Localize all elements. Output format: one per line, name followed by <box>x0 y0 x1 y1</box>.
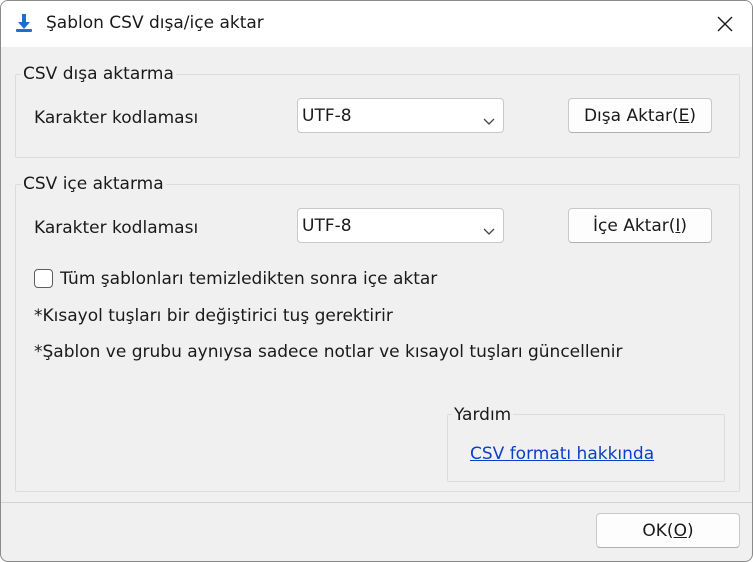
import-button-close: ) <box>680 215 688 236</box>
export-button[interactable]: Dışa Aktar(E) <box>568 98 712 133</box>
window-title: Şablon CSV dışa/içe aktar <box>46 13 264 33</box>
ok-button-close: ) <box>686 520 694 541</box>
close-icon <box>717 16 733 32</box>
export-button-label: Dışa Aktar( <box>583 105 679 126</box>
import-button-label: İçe Aktar( <box>592 215 676 236</box>
export-encoding-value: UTF-8 <box>302 106 352 126</box>
ok-button[interactable]: OK(O) <box>596 513 740 548</box>
export-encoding-label: Karakter kodlaması <box>34 108 199 128</box>
close-button[interactable] <box>698 1 752 47</box>
import-button[interactable]: İçe Aktar(I) <box>568 208 712 243</box>
import-group-title: CSV içe aktarma <box>21 174 166 194</box>
csv-format-link[interactable]: CSV formatı hakkında <box>470 444 654 464</box>
clear-templates-checkbox[interactable] <box>34 269 53 288</box>
help-group-title: Yardım <box>452 405 514 425</box>
title-bar: Şablon CSV dışa/içe aktar <box>1 1 752 47</box>
download-arrow-icon <box>13 12 35 34</box>
export-encoding-select[interactable]: UTF-8 <box>297 98 504 133</box>
clear-templates-label[interactable]: Tüm şablonları temizledikten sonra içe a… <box>60 269 437 289</box>
import-encoding-select[interactable]: UTF-8 <box>297 208 504 243</box>
chevron-down-icon <box>483 111 495 125</box>
export-group-title: CSV dışa aktarma <box>21 64 176 84</box>
ok-button-label: OK( <box>642 520 674 541</box>
shortcut-note: *Kısayol tuşları bir değiştirici tuş ger… <box>34 306 393 326</box>
ok-button-accel: O <box>673 520 687 541</box>
export-button-close: ) <box>689 105 697 126</box>
import-encoding-value: UTF-8 <box>302 216 352 236</box>
import-encoding-label: Karakter kodlaması <box>34 218 199 238</box>
export-button-accel: E <box>678 105 690 126</box>
update-note: *Şablon ve grubu aynıysa sadece notlar v… <box>34 342 623 362</box>
chevron-down-icon <box>483 221 495 235</box>
footer-divider <box>1 502 752 503</box>
dialog-window: Şablon CSV dışa/içe aktar CSV dışa aktar… <box>0 0 753 562</box>
